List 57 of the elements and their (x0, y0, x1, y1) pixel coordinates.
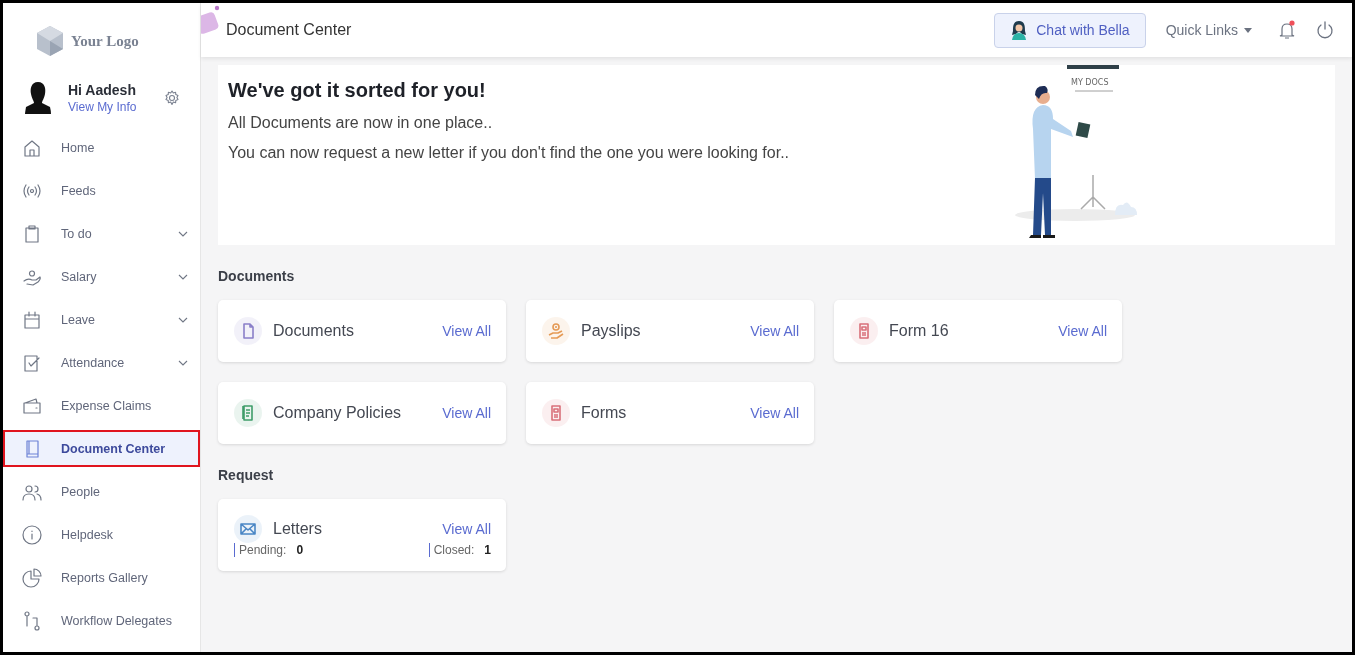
sidebar-item[interactable]: Feeds (3, 172, 200, 209)
page-title: Document Center (226, 21, 352, 39)
view-all-link[interactable]: View All (442, 405, 491, 421)
section-heading: Documents (218, 268, 296, 284)
view-info-link[interactable]: View My Info (68, 100, 137, 114)
category-icon (234, 399, 262, 427)
bell-icon[interactable] (1278, 20, 1296, 40)
logo-text: Your Logo (71, 32, 139, 50)
view-all-link[interactable]: View All (1058, 323, 1107, 339)
category-icon (234, 317, 262, 345)
menu-item-icon (21, 609, 43, 632)
sidebar-item[interactable]: Leave (3, 301, 200, 338)
card-title: Form 16 (889, 322, 950, 340)
chat-button[interactable]: Chat with Bella (994, 12, 1146, 48)
view-all-link[interactable]: View All (442, 323, 491, 339)
card-title: Documents (273, 322, 355, 340)
power-icon[interactable] (1316, 21, 1334, 39)
view-all-link[interactable]: View All (442, 521, 491, 537)
quick-links-dropdown[interactable]: Quick Links (1165, 22, 1252, 38)
card-title: Forms (581, 404, 628, 422)
blob-decoration-icon (201, 5, 221, 35)
sidebar-item[interactable]: To do (3, 215, 200, 252)
stat-value: 1 (484, 543, 491, 557)
sidebar-item[interactable]: Reports Gallery (3, 559, 200, 596)
settings-icon[interactable] (164, 90, 181, 106)
sidebar-item[interactable]: Workflow Delegates (3, 602, 200, 639)
sidebar-item[interactable]: Expense Claims (3, 387, 200, 424)
stat-value: 0 (296, 543, 304, 557)
section-heading: Request (218, 467, 275, 483)
user-greeting: Hi Aadesh (68, 82, 137, 98)
card-title: Company Policies (273, 404, 403, 422)
sidebar-item[interactable]: Home (3, 129, 200, 166)
sidebar-item[interactable]: Attendance (3, 344, 200, 381)
man-holding-book-drawing: MY DOCS (1015, 65, 1145, 240)
sidebar-item[interactable]: Document Center (3, 430, 200, 467)
view-all-link[interactable]: View All (750, 405, 799, 421)
category-icon (542, 317, 570, 345)
sidebar-item[interactable]: Helpdesk (3, 516, 200, 553)
stat-label: Pending: (239, 543, 287, 557)
sidebar-item[interactable]: People (3, 473, 200, 510)
card-title: Payslips (581, 322, 642, 340)
hexagon-logo-icon (35, 25, 65, 57)
category-icon (542, 399, 570, 427)
assistant-avatar-icon (1010, 20, 1029, 40)
category-icon (850, 317, 878, 345)
banner-text: You can now request a new letter if you don't find the one you were looking for.. (228, 144, 790, 162)
menu-item-icon (21, 566, 43, 589)
view-all-link[interactable]: View All (750, 323, 799, 339)
card-title: Letters (273, 520, 323, 538)
avatar-silhouette-icon (24, 81, 52, 115)
menu-item-icon (21, 523, 43, 546)
category-icon (234, 515, 262, 543)
sidebar-item[interactable]: Salary (3, 258, 200, 295)
banner-title: We've got it sorted for you! (228, 79, 487, 102)
banner-text: All Documents are now in one place.. (228, 114, 494, 132)
caret-down-icon (1244, 27, 1252, 33)
stat-label: Closed: (433, 543, 475, 557)
